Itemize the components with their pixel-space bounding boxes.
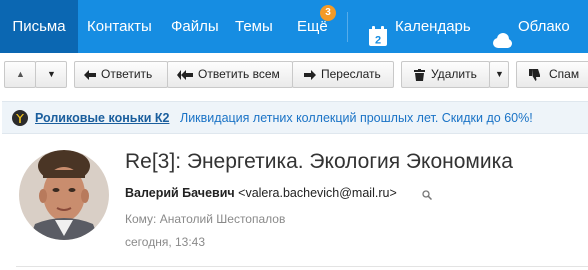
- calendar-icon-day: 2: [375, 35, 381, 47]
- delete-options-button[interactable]: ▼: [489, 61, 509, 88]
- nav-item-contacts[interactable]: Контакты: [87, 0, 152, 53]
- divider: [16, 266, 588, 267]
- nav-item-files[interactable]: Файлы: [171, 0, 219, 53]
- forward-button[interactable]: Переслать: [292, 61, 394, 88]
- nav-item-label: Календарь: [395, 18, 471, 35]
- sender-line: Валерий Бачевич <valera.bachevich@mail.r…: [125, 186, 397, 200]
- sender-email[interactable]: <valera.bachevich@mail.ru>: [238, 186, 397, 200]
- reply-all-button[interactable]: Ответить всем: [167, 61, 293, 88]
- delete-label: Удалить: [431, 67, 477, 81]
- delete-button[interactable]: Удалить: [401, 61, 490, 88]
- promo-banner: Роликовые коньки К2 Ликвидация летних ко…: [2, 101, 588, 134]
- forward-icon: [304, 62, 316, 87]
- next-message-button[interactable]: ▼: [35, 61, 67, 88]
- arrow-up-icon: ▲: [16, 69, 25, 79]
- top-nav: Письма Контакты Файлы Темы Ещё 3 2 Кален…: [0, 0, 588, 53]
- nav-item-mail[interactable]: Письма: [0, 0, 78, 53]
- chevron-down-icon: ▼: [495, 69, 504, 79]
- sender-name[interactable]: Валерий Бачевич: [125, 186, 235, 200]
- trash-icon: [414, 62, 425, 87]
- promo-title-link[interactable]: Роликовые коньки К2: [35, 111, 169, 125]
- nav-item-cloud[interactable]: Облако: [492, 0, 588, 53]
- spam-label: Спам: [549, 67, 580, 81]
- thumbs-down-icon: [529, 62, 540, 87]
- promo-logo-icon: [12, 110, 28, 126]
- message-toolbar: ▲ ▼ Ответить Ответить всем Переслать Уда…: [0, 53, 588, 95]
- spam-button[interactable]: Спам: [516, 61, 588, 88]
- nav-item-label: Облако: [518, 18, 570, 35]
- reply-all-icon: [177, 62, 193, 87]
- forward-label: Переслать: [321, 67, 381, 81]
- calendar-icon: 2: [369, 15, 387, 47]
- reply-all-label: Ответить всем: [198, 67, 280, 81]
- reply-label: Ответить: [101, 67, 153, 81]
- nav-item-label: Контакты: [87, 18, 152, 35]
- avatar: [19, 150, 109, 240]
- message-date: сегодня, 13:43: [125, 235, 206, 249]
- nav-item-label: Файлы: [171, 18, 219, 35]
- reply-icon: [84, 62, 96, 87]
- promo-text-link[interactable]: Ликвидация летних коллекций прошлых лет.…: [180, 111, 533, 125]
- recipient-line: Кому: Анатолий Шестопалов: [125, 212, 286, 226]
- nav-item-label: Письма: [12, 18, 66, 35]
- message-subject: Re[3]: Энергетика. Экология Экономика: [125, 150, 513, 173]
- reply-button[interactable]: Ответить: [74, 61, 168, 88]
- cloud-icon: [492, 18, 512, 48]
- arrow-down-icon: ▼: [47, 69, 56, 79]
- nav-divider: [347, 12, 348, 42]
- prev-message-button[interactable]: ▲: [4, 61, 36, 88]
- search-icon[interactable]: [422, 187, 433, 205]
- nav-item-label: Темы: [235, 18, 273, 35]
- nav-item-calendar[interactable]: 2 Календарь: [369, 0, 474, 53]
- nav-item-topics[interactable]: Темы: [235, 0, 273, 53]
- nav-item-label: Ещё: [297, 18, 328, 35]
- more-count-badge: 3: [320, 5, 336, 21]
